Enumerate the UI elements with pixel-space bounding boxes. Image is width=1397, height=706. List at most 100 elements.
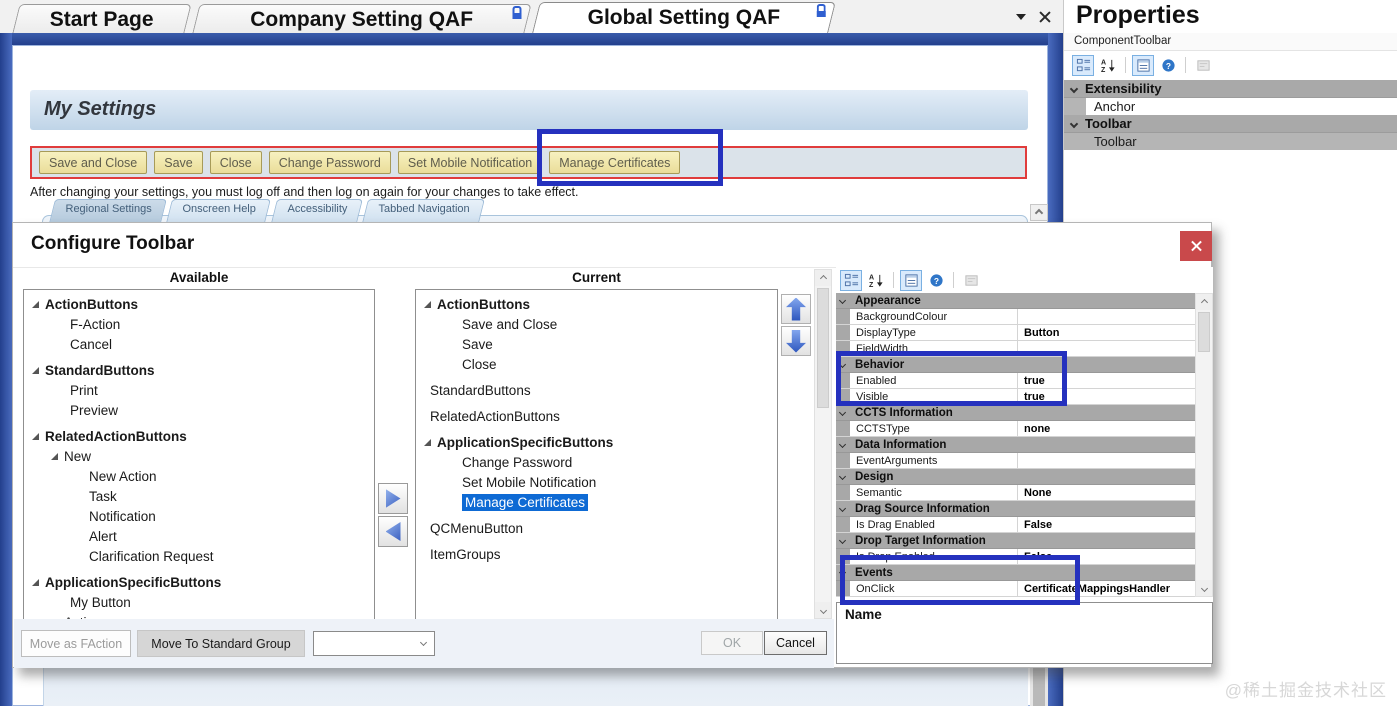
scroll-up-arrow[interactable] — [815, 270, 831, 286]
tree-item[interactable]: Close — [416, 354, 777, 374]
tree-item[interactable]: ApplicationSpecificButtons — [416, 432, 777, 452]
sort-alphabetical-icon[interactable]: AZ — [1097, 55, 1119, 76]
tree-item[interactable]: Manage Certificates — [416, 492, 777, 512]
group-dropdown[interactable] — [313, 631, 435, 656]
page-toolbar-button[interactable]: Close — [209, 151, 262, 174]
available-list[interactable]: ActionButtons F-Action Cancel StandardButto… — [23, 289, 375, 620]
property-row[interactable]: DisplayType Button — [836, 325, 1195, 341]
tree-item[interactable]: Save and Close — [416, 314, 777, 334]
sort-alphabetical-icon[interactable]: AZ — [865, 270, 887, 291]
dialog-scrollbar[interactable] — [814, 269, 832, 619]
tree-item[interactable]: Cancel — [24, 334, 374, 354]
categorized-icon[interactable] — [840, 269, 862, 291]
tree-item[interactable]: Print — [24, 380, 374, 400]
page-toolbar-button[interactable]: Set Mobile Notification — [397, 151, 543, 174]
tree-item[interactable]: Change Password — [416, 452, 777, 472]
tree-item[interactable]: New Action — [24, 466, 374, 486]
document-tab[interactable]: Start Page — [12, 4, 192, 33]
property-value[interactable] — [1018, 453, 1195, 468]
page-scroll-up-button[interactable] — [1030, 204, 1048, 221]
property-row[interactable]: Is Drag Enabled False — [836, 517, 1195, 533]
property-pages-icon[interactable] — [960, 270, 982, 291]
property-pages-icon[interactable] — [1192, 55, 1214, 76]
move-up-button[interactable] — [781, 294, 811, 324]
property-category-header[interactable]: CCTS Information — [836, 405, 1195, 421]
property-value[interactable] — [1018, 341, 1195, 356]
property-list-icon[interactable] — [900, 269, 922, 291]
close-tab-icon[interactable] — [1039, 11, 1051, 23]
property-value[interactable]: None — [1018, 485, 1195, 500]
page-scrollbar[interactable] — [1030, 668, 1048, 706]
help-icon[interactable]: ? — [1157, 55, 1179, 76]
tree-item[interactable]: QCMenuButton — [416, 518, 777, 538]
scrollbar-thumb[interactable] — [817, 288, 829, 408]
property-row[interactable]: CCTSType none — [836, 421, 1195, 437]
property-value[interactable]: none — [1018, 421, 1195, 436]
property-category-header[interactable]: Events — [836, 565, 1195, 581]
property-category-header[interactable]: Design — [836, 469, 1195, 485]
tree-item[interactable]: Notification — [24, 506, 374, 526]
tree-item[interactable]: Clarification Request — [24, 546, 374, 566]
property-row[interactable]: BackgroundColour — [836, 309, 1195, 325]
tree-item[interactable]: ApplicationSpecificButtons — [24, 572, 374, 592]
document-tab[interactable]: Global Setting QAF — [532, 2, 836, 33]
sub-tab[interactable]: Regional Settings — [49, 199, 168, 223]
property-value[interactable]: False — [1018, 549, 1195, 564]
property-row[interactable]: OnClick CertificateMappingsHandler — [836, 581, 1195, 597]
property-category-header[interactable]: Data Information — [836, 437, 1195, 453]
property-value[interactable]: False — [1018, 517, 1195, 532]
property-value[interactable]: CertificateMappingsHandler — [1018, 581, 1195, 596]
property-category-header[interactable]: Behavior — [836, 357, 1195, 373]
ok-button[interactable]: OK — [701, 631, 763, 655]
property-row[interactable]: Semantic None — [836, 485, 1195, 501]
property-category-header[interactable]: Drop Target Information — [836, 533, 1195, 549]
tree-item[interactable]: StandardButtons — [24, 360, 374, 380]
property-item[interactable]: Toolbar — [1064, 133, 1397, 150]
tree-item[interactable]: F-Action — [24, 314, 374, 334]
tree-item[interactable]: New — [24, 446, 374, 466]
tree-item[interactable]: Save — [416, 334, 777, 354]
property-row[interactable]: FieldWidth — [836, 341, 1195, 357]
selected-object-name[interactable]: ComponentToolbar — [1064, 33, 1397, 51]
scrollbar-thumb[interactable] — [1198, 312, 1210, 352]
scroll-down-arrow[interactable] — [815, 602, 831, 618]
property-row[interactable]: Is Drop Enabled False — [836, 549, 1195, 565]
page-toolbar-button[interactable]: Save — [154, 151, 203, 174]
current-list[interactable]: ActionButtons Save and Close Save Close Stan… — [415, 289, 778, 620]
page-toolbar-button[interactable]: Save and Close — [39, 151, 148, 174]
move-to-standard-group-button[interactable]: Move To Standard Group — [137, 630, 305, 657]
sub-tab[interactable]: Onscreen Help — [166, 199, 272, 223]
tree-item[interactable]: ActionButtons — [416, 294, 777, 314]
scroll-down-arrow[interactable] — [1196, 580, 1212, 596]
tree-item[interactable]: ActionButtons — [24, 294, 374, 314]
move-right-button[interactable] — [378, 483, 408, 514]
tree-item[interactable]: StandardButtons — [416, 380, 777, 400]
tree-item[interactable]: RelatedActionButtons — [24, 426, 374, 446]
property-grid-scrollbar[interactable] — [1195, 293, 1213, 597]
tree-item[interactable]: My Button — [24, 592, 374, 612]
move-as-faction-button[interactable]: Move as FAction — [21, 630, 131, 657]
tree-item[interactable]: Task — [24, 486, 374, 506]
tree-item[interactable]: RelatedActionButtons — [416, 406, 777, 426]
property-category-header[interactable]: Appearance — [836, 293, 1195, 309]
scrollbar-thumb[interactable] — [1033, 668, 1045, 706]
categorized-icon[interactable] — [1072, 54, 1094, 76]
cancel-button[interactable]: Cancel — [764, 631, 827, 655]
move-down-button[interactable] — [781, 326, 811, 356]
property-value[interactable]: Button — [1018, 325, 1195, 340]
tree-item[interactable]: ItemGroups — [416, 544, 777, 564]
document-tab[interactable]: Company Setting QAF — [192, 4, 532, 33]
tree-item[interactable]: Alert — [24, 526, 374, 546]
tree-item[interactable]: Set Mobile Notification — [416, 472, 777, 492]
page-toolbar-button[interactable]: Manage Certificates — [549, 151, 681, 174]
property-item[interactable]: Anchor — [1064, 98, 1397, 115]
tab-list-dropdown-icon[interactable] — [1016, 14, 1026, 20]
property-row[interactable]: Enabled true — [836, 373, 1195, 389]
tree-item[interactable]: Preview — [24, 400, 374, 420]
dialog-close-button[interactable] — [1180, 231, 1212, 261]
property-list-icon[interactable] — [1132, 54, 1154, 76]
sub-tab[interactable]: Tabbed Navigation — [361, 199, 485, 223]
help-icon[interactable]: ? — [925, 270, 947, 291]
property-row[interactable]: EventArguments — [836, 453, 1195, 469]
sub-tab[interactable]: Accessibility — [270, 199, 363, 223]
